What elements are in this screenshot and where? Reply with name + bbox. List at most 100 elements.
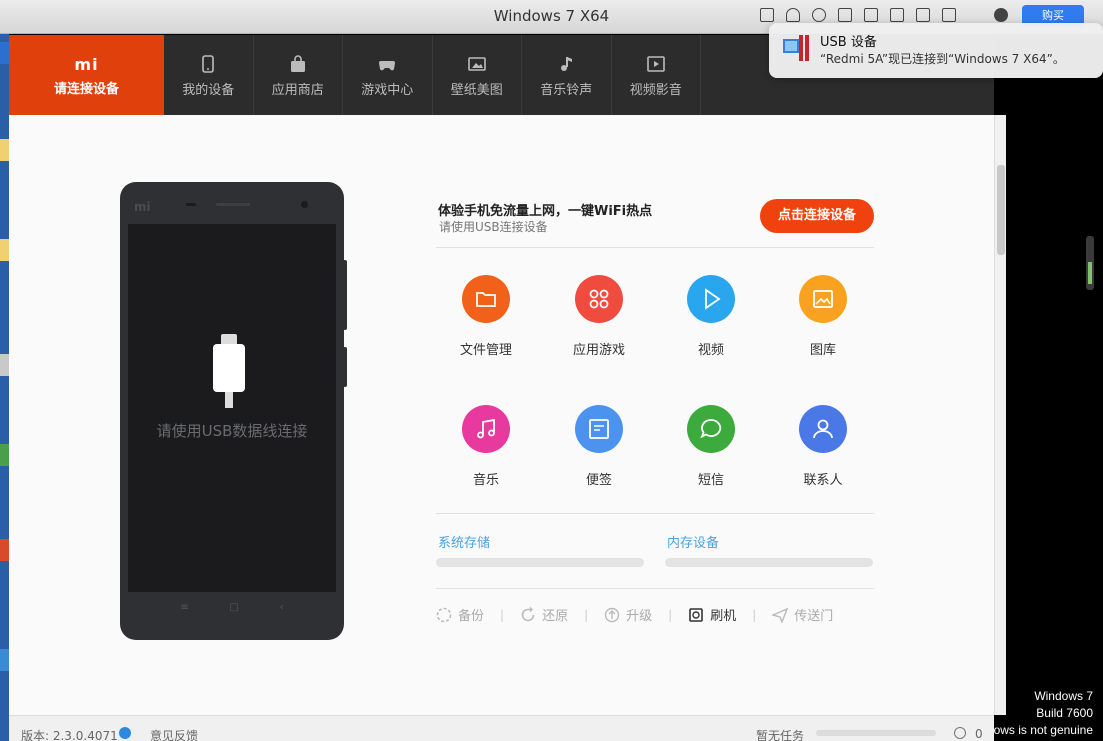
tile-gallery[interactable]: 图库: [773, 275, 873, 358]
usb-icon[interactable]: [786, 8, 800, 22]
phone-icon: [202, 55, 215, 73]
tab-my-device[interactable]: 我的设备: [164, 35, 254, 115]
usb-plug-icon: [213, 344, 245, 392]
separator: |: [752, 607, 757, 622]
desktop-icon[interactable]: [0, 649, 9, 671]
tile-notes[interactable]: 便签: [549, 405, 649, 488]
restore-button[interactable]: 还原: [520, 605, 568, 624]
usb-device-icon: [783, 35, 809, 61]
desktop-icon[interactable]: [0, 354, 9, 376]
connect-device-label: 请连接设备: [53, 82, 119, 97]
separator: |: [584, 607, 589, 622]
separator: |: [668, 607, 673, 622]
usb-connect-hint: 请使用USB数据线连接: [156, 422, 308, 440]
vertical-scrollbar[interactable]: [994, 115, 1006, 715]
contact-icon: [799, 405, 847, 453]
apps-icon: [575, 275, 623, 323]
keyboard-icon[interactable]: [760, 8, 774, 22]
desktop-icon[interactable]: [0, 139, 9, 161]
internal-storage-label: 内存设备: [667, 536, 720, 551]
connect-device-tab[interactable]: mi 请连接设备: [9, 35, 164, 115]
flash-button[interactable]: 刷机: [688, 605, 736, 624]
host-toolbar: [760, 8, 1008, 22]
tab-music-ringtones[interactable]: 音乐铃声: [522, 35, 612, 115]
status-bar: 版本: 2.3.0.4071 意见反馈 暂无任务 0: [9, 715, 994, 741]
windows-watermark: Windows 7 Build 7600 ows is not genuine: [993, 689, 1093, 737]
tile-apps-games[interactable]: 应用游戏: [549, 275, 649, 358]
desktop-icon[interactable]: [0, 42, 9, 64]
feedback-link[interactable]: 意见反馈: [150, 727, 198, 741]
user-count: 0: [975, 727, 983, 741]
back-key-icon: ‹: [279, 602, 284, 613]
user-icon[interactable]: [954, 727, 966, 739]
menu-key-icon: ≡: [180, 602, 189, 613]
backup-icon: [436, 607, 452, 622]
music-note-icon: [561, 57, 573, 71]
wifi-promo-subtitle: 请使用USB连接设备: [439, 220, 548, 234]
internal-storage-bar: [665, 558, 873, 567]
divider: [436, 247, 874, 248]
disc-icon[interactable]: [812, 8, 826, 22]
tab-game-center[interactable]: 游戏中心: [343, 35, 433, 115]
desktop-icon[interactable]: [0, 539, 9, 561]
desktop-icon[interactable]: [0, 239, 9, 261]
phone-mi-logo: mi: [134, 200, 151, 214]
desktop-strip: [0, 34, 9, 741]
task-progress-bar: [816, 730, 936, 736]
clipboard-icon[interactable]: [916, 8, 930, 22]
message-icon: [687, 405, 735, 453]
upgrade-icon: [604, 607, 620, 622]
phone-screen: 请使用USB数据线连接: [128, 224, 336, 592]
phone-sensor: [186, 203, 196, 206]
network-icon[interactable]: [838, 8, 852, 22]
phone-side-button: [343, 347, 347, 387]
divider: [436, 588, 874, 589]
phone-nav-keys: ≡ □ ‹: [120, 602, 344, 613]
divider: [436, 513, 874, 514]
volume-meter: [1086, 236, 1094, 290]
save-icon[interactable]: [864, 8, 878, 22]
tile-music[interactable]: 音乐: [436, 405, 536, 488]
phone-camera: [301, 201, 308, 208]
notification-title: USB 设备: [820, 35, 877, 50]
folder-icon: [462, 275, 510, 323]
backup-button[interactable]: 备份: [436, 605, 484, 624]
system-storage-label: 系统存储: [438, 536, 491, 551]
action-bar: 备份 | 还原 | 升级 | 刷机 | 传送门: [436, 605, 876, 624]
connect-device-button[interactable]: 点击连接设备: [760, 199, 874, 233]
upgrade-button[interactable]: 升级: [604, 605, 652, 624]
send-portal-button[interactable]: 传送门: [772, 605, 833, 624]
tab-wallpapers[interactable]: 壁纸美图: [433, 35, 522, 115]
picture-icon: [467, 57, 486, 71]
notes-icon: [575, 405, 623, 453]
desktop-background: [1006, 34, 1103, 741]
tile-video[interactable]: 视频: [661, 275, 761, 358]
usb-notification[interactable]: USB 设备 “Redmi 5A”现已连接到“Windows 7 X64”。: [769, 23, 1103, 78]
back-icon[interactable]: [968, 8, 982, 22]
bag-icon: [290, 55, 305, 72]
update-icon[interactable]: [119, 727, 131, 739]
system-storage-bar: [436, 558, 644, 567]
desktop-icon[interactable]: [0, 444, 9, 466]
tab-app-store[interactable]: 应用商店: [254, 35, 343, 115]
volume-icon[interactable]: [890, 8, 904, 22]
mi-assistant-window: mi 请连接设备 我的设备 应用商店 游戏中心 壁纸美图 音乐铃声 视频影音 m…: [9, 35, 994, 741]
music-icon: [462, 405, 510, 453]
task-status: 暂无任务: [756, 729, 805, 741]
gear-icon[interactable]: [994, 8, 1008, 22]
home-key-icon: □: [229, 602, 239, 613]
shared-folder-icon[interactable]: [942, 8, 956, 22]
scrollbar-thumb[interactable]: [997, 165, 1005, 255]
gallery-icon: [799, 275, 847, 323]
send-icon: [772, 607, 789, 623]
gamepad-icon: [379, 61, 396, 71]
tile-contacts[interactable]: 联系人: [773, 405, 873, 488]
separator: |: [500, 607, 505, 622]
tile-messages[interactable]: 短信: [661, 405, 761, 488]
play-icon: [687, 275, 735, 323]
wifi-promo-title: 体验手机免流量上网，一键WiFi热点: [438, 204, 653, 219]
tab-video[interactable]: 视频影音: [612, 35, 701, 115]
flash-icon: [689, 607, 703, 622]
tile-file-manager[interactable]: 文件管理: [436, 275, 536, 358]
phone-illustration: mi 请使用USB数据线连接 ≡ □ ‹: [120, 182, 344, 640]
